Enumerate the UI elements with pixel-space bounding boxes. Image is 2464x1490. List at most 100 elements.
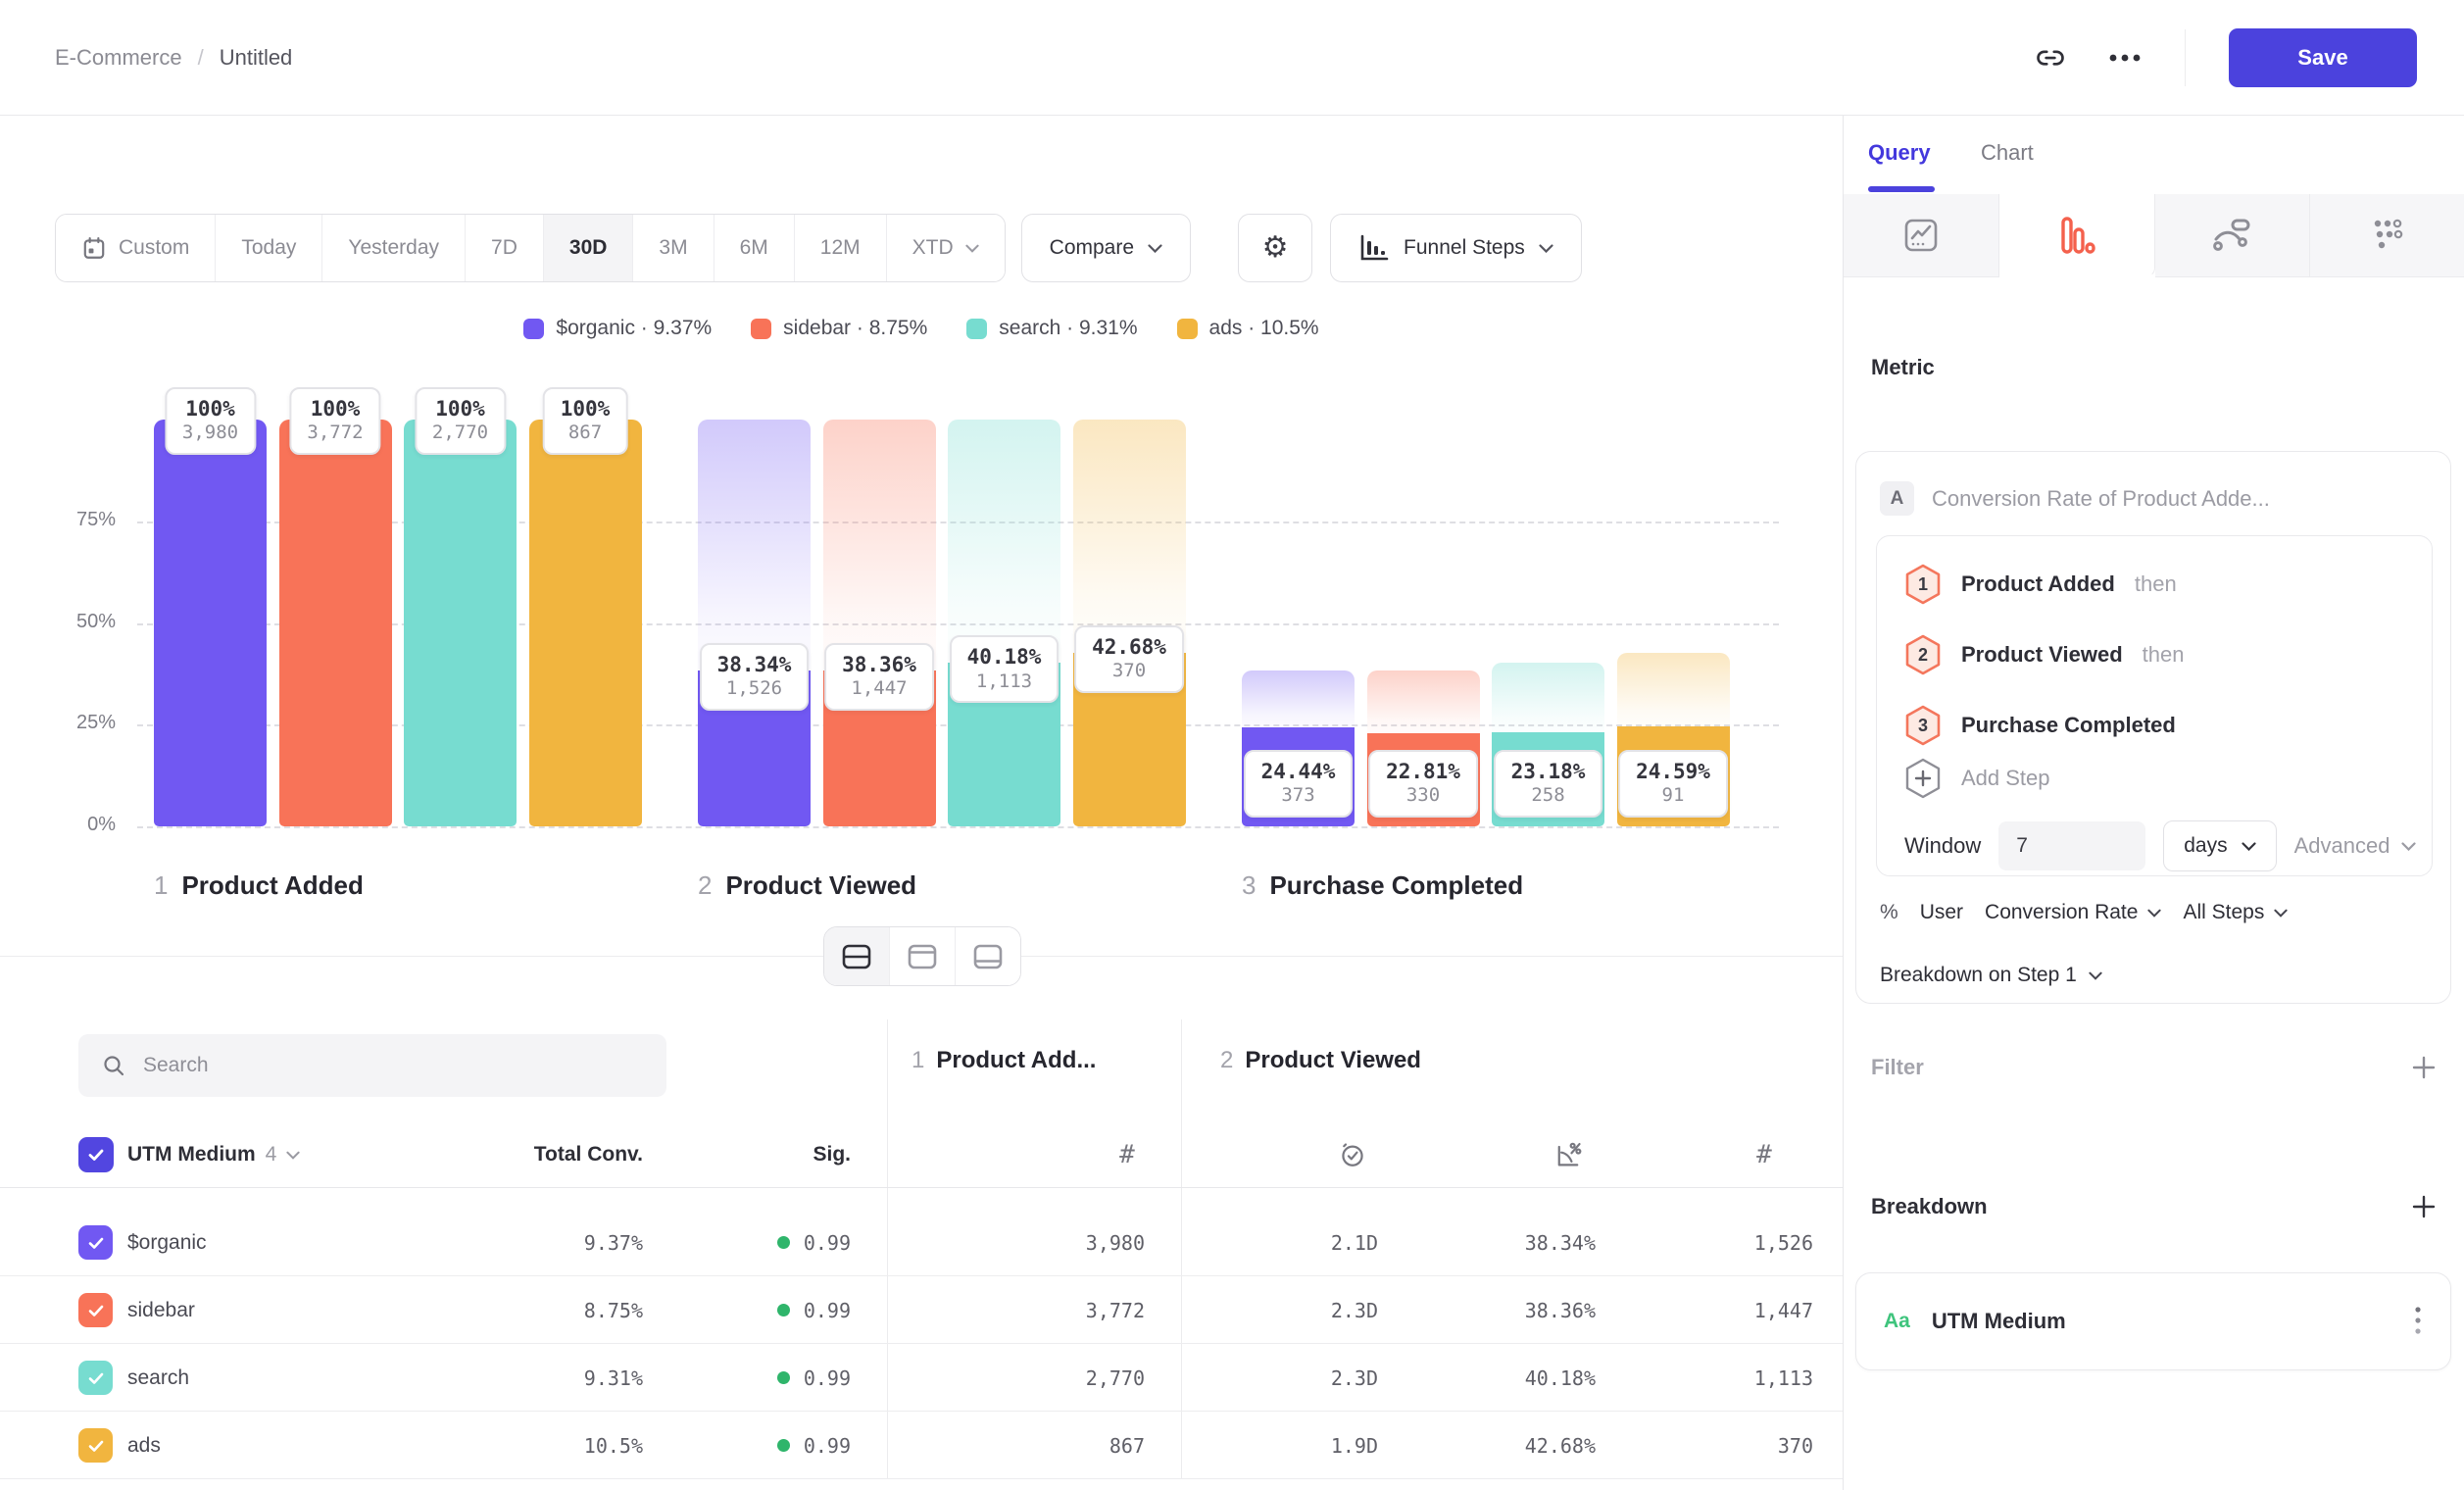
measure-type-select[interactable]: Conversion Rate — [1985, 901, 2161, 924]
funnel-bar[interactable] — [404, 420, 517, 826]
y-axis-tick-label: 75% — [39, 509, 116, 531]
measure-entity[interactable]: User — [1920, 901, 1963, 924]
step-hexagon-badge: 1 — [1904, 564, 1942, 605]
legend-item-sidebar[interactable]: sidebar · 8.75% — [751, 317, 927, 340]
date-range-today[interactable]: Today — [216, 215, 322, 281]
view-toggle-table-only[interactable] — [956, 927, 1020, 985]
chevron-down-icon — [965, 244, 979, 253]
window-value-input[interactable] — [1998, 821, 2145, 870]
legend-label: ads · 10.5% — [1209, 317, 1319, 340]
cell-count: 1,526 — [1617, 1209, 1813, 1276]
step-hexagon-number: 1 — [1918, 574, 1928, 595]
add-step-label: Add Step — [1961, 766, 2050, 791]
cell-avg_time: 2.3D — [1182, 1276, 1378, 1344]
view-toggle-chart-only[interactable] — [890, 927, 956, 985]
funnel-bar[interactable] — [279, 420, 392, 826]
bar-pct: 40.18% — [967, 644, 1042, 670]
window-unit-label: days — [2184, 834, 2227, 858]
legend-item-organic[interactable]: $organic · 9.37% — [523, 317, 712, 340]
sig-number: 0.99 — [804, 1434, 851, 1458]
row-checkbox[interactable] — [78, 1361, 113, 1395]
funnel-ghost-bar — [1367, 670, 1480, 734]
share-link-icon[interactable] — [2036, 43, 2065, 73]
add-breakdown-button[interactable] — [2411, 1194, 2437, 1219]
date-range-30d[interactable]: 30D — [544, 215, 634, 281]
more-menu-icon[interactable] — [2108, 53, 2142, 63]
tab-retention[interactable] — [2155, 194, 2311, 277]
search-icon — [102, 1054, 125, 1077]
report-canvas: Custom Today Yesterday 7D30D3M 6M 12MXTD Comp… — [0, 116, 1843, 1490]
date-range-label: Custom — [119, 236, 189, 260]
kebab-menu-icon[interactable] — [2413, 1305, 2423, 1338]
tab-insights[interactable] — [1844, 194, 1999, 277]
breakdown-column-header[interactable]: UTM Medium 4 — [127, 1121, 300, 1188]
breadcrumb-parent[interactable]: E-Commerce — [55, 45, 182, 71]
date-range-7d[interactable]: 7D — [466, 215, 544, 281]
tab-flows[interactable] — [2310, 194, 2464, 277]
count-column-icon[interactable]: # — [1725, 1121, 1803, 1188]
view-toggle-split-view[interactable] — [824, 927, 890, 985]
window-unit-select[interactable]: days — [2163, 820, 2276, 871]
search-input[interactable] — [143, 1054, 643, 1077]
bar-count: 330 — [1386, 784, 1460, 808]
date-range-label: 6M — [740, 236, 768, 260]
sig-indicator-dot — [777, 1304, 790, 1316]
breakdown-on-step-select[interactable]: Breakdown on Step 1 — [1880, 964, 2102, 987]
bar-count: 91 — [1636, 784, 1710, 808]
bar-count: 3,980 — [182, 422, 238, 445]
chart-type-button[interactable]: Funnel Steps — [1330, 214, 1582, 282]
breadcrumb-current[interactable]: Untitled — [220, 45, 293, 71]
advanced-toggle[interactable]: Advanced — [2294, 833, 2417, 859]
topbar: E-Commerce / Untitled Save — [0, 0, 2464, 116]
chevron-down-icon — [2242, 842, 2256, 851]
chart-settings-button[interactable]: ⚙ — [1238, 214, 1312, 282]
row-checkbox[interactable] — [78, 1293, 113, 1327]
date-range-label: Today — [241, 236, 296, 260]
date-range-xtd[interactable]: XTD — [887, 215, 1005, 281]
toolbar: Custom Today Yesterday 7D30D3M 6M 12MXTD Comp… — [55, 214, 1582, 282]
total-conv-column-header[interactable]: Total Conv. — [447, 1121, 643, 1188]
row-checkbox[interactable] — [78, 1428, 113, 1463]
date-range-yesterday[interactable]: Yesterday — [322, 215, 466, 281]
metric-card-header[interactable]: A Conversion Rate of Product Adde... — [1880, 481, 2270, 516]
select-all-checkbox[interactable] — [78, 1137, 114, 1172]
funnel-bar[interactable] — [529, 420, 642, 826]
add-step-button[interactable]: Add Step — [1904, 758, 2050, 799]
view-toggle — [823, 926, 1021, 986]
tab-funnels[interactable] — [1999, 194, 2155, 277]
funnel-bar[interactable] — [154, 420, 267, 826]
query-step-3[interactable]: 3Purchase Completed — [1904, 705, 2176, 746]
save-button[interactable]: Save — [2229, 28, 2417, 87]
date-range-custom[interactable]: Custom — [56, 215, 216, 281]
legend-item-ads[interactable]: ads · 10.5% — [1177, 317, 1319, 340]
add-filter-button[interactable] — [2411, 1055, 2437, 1080]
cell-count: 1,447 — [1617, 1276, 1813, 1344]
cell-total: 8.75% — [447, 1276, 643, 1344]
query-step-1[interactable]: 1Product Addedthen — [1904, 564, 2177, 605]
tab-chart[interactable]: Chart — [1981, 116, 2034, 190]
avg-time-column-icon[interactable] — [1313, 1121, 1392, 1188]
sig-column-header[interactable]: Sig. — [655, 1121, 851, 1188]
date-range-6m[interactable]: 6M — [715, 215, 795, 281]
tab-query[interactable]: Query — [1868, 116, 1931, 190]
query-step-2[interactable]: 2Product Viewedthen — [1904, 634, 2184, 675]
funnel-chart: 0%25%50%75%100%3,980100%3,772100%2,77010… — [0, 420, 1843, 1008]
sig-indicator-dot — [777, 1439, 790, 1452]
date-range-label: Yesterday — [348, 236, 439, 260]
step-name: Product Added — [181, 870, 363, 901]
sig-value: 0.99 — [647, 1344, 851, 1412]
count-column-icon[interactable]: # — [1088, 1121, 1166, 1188]
date-range-12m[interactable]: 12M — [795, 215, 887, 281]
row-checkbox[interactable] — [78, 1225, 113, 1260]
legend-item-search[interactable]: search · 9.31% — [966, 317, 1137, 340]
measure-scope-select[interactable]: All Steps — [2183, 901, 2288, 924]
date-range-3m[interactable]: 3M — [633, 215, 714, 281]
funnel-ghost-bar — [698, 420, 811, 670]
table-row: search0.999.31%2,7702.3D40.18%1,113 — [0, 1344, 1843, 1412]
conv-rate-column-icon[interactable] — [1529, 1121, 1607, 1188]
breakdown-item-card[interactable]: Aa UTM Medium — [1855, 1272, 2451, 1370]
y-axis-tick-label: 50% — [39, 611, 116, 633]
legend-swatch — [966, 319, 987, 339]
compare-button[interactable]: Compare — [1021, 214, 1191, 282]
legend-swatch — [751, 319, 771, 339]
